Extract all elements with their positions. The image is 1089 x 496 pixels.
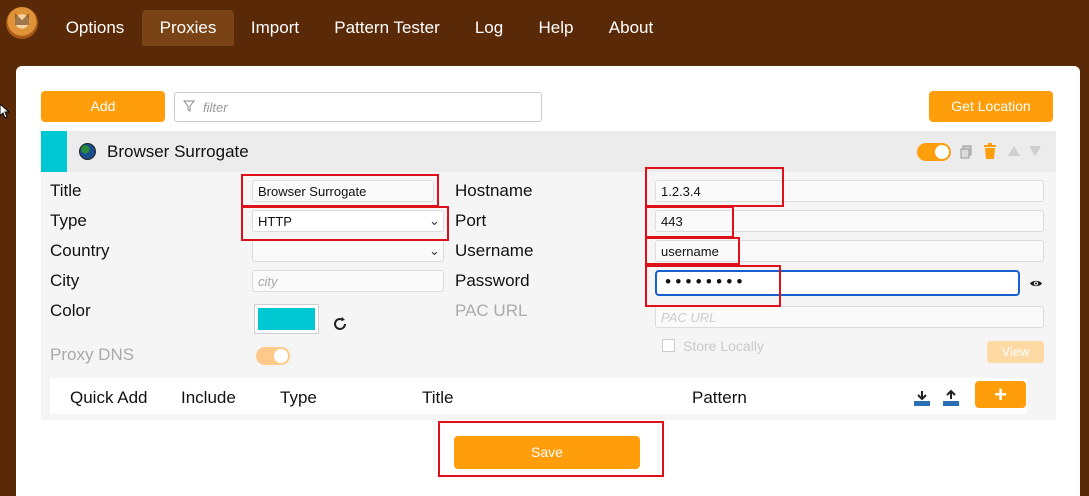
city-input[interactable]: city — [252, 270, 444, 292]
proxy-color-strip — [41, 131, 67, 172]
city-label: City — [50, 271, 80, 290]
color-label: Color — [50, 301, 91, 320]
filter-input[interactable] — [203, 97, 533, 117]
filter-icon — [183, 100, 195, 112]
proxy-dns-toggle[interactable] — [256, 347, 290, 365]
hostname-input[interactable]: 1.2.3.4 — [655, 180, 1044, 202]
tab-pattern-tester[interactable]: Pattern Tester — [322, 10, 452, 46]
proxy-enabled-toggle[interactable] — [917, 143, 951, 161]
type-select[interactable]: HTTP — [252, 210, 444, 232]
mouse-cursor-icon — [0, 104, 10, 119]
export-patterns-icon[interactable] — [941, 389, 961, 407]
col-include: Include — [181, 388, 236, 407]
save-button[interactable]: Save — [454, 436, 640, 469]
tab-help[interactable]: Help — [528, 10, 584, 46]
tab-proxies[interactable]: Proxies — [142, 10, 234, 46]
username-input[interactable]: username — [655, 240, 1044, 262]
duplicate-icon[interactable] — [960, 145, 972, 159]
password-input[interactable]: •••••••• — [655, 270, 1020, 296]
title-label: Title — [50, 181, 82, 200]
move-down-icon[interactable] — [1029, 146, 1041, 156]
view-pac-button[interactable]: View — [987, 341, 1044, 363]
store-locally-label: Store Locally — [683, 338, 764, 354]
chevron-down-icon: ⌄ — [429, 243, 440, 258]
title-input[interactable]: Browser Surrogate — [252, 180, 434, 202]
show-password-eye-icon[interactable] — [1029, 279, 1043, 288]
col-pattern: Pattern — [692, 388, 747, 407]
get-location-button[interactable]: Get Location — [929, 91, 1053, 122]
move-up-icon[interactable] — [1008, 146, 1020, 156]
type-label: Type — [50, 211, 87, 230]
country-label: Country — [50, 241, 110, 260]
refresh-color-icon[interactable] — [331, 315, 349, 333]
store-locally-checkbox[interactable] — [662, 339, 675, 352]
tab-options[interactable]: Options — [55, 10, 135, 46]
port-label: Port — [455, 211, 487, 230]
hostname-label: Hostname — [455, 181, 533, 200]
tab-log[interactable]: Log — [465, 10, 513, 46]
color-swatch[interactable] — [254, 304, 319, 334]
username-label: Username — [455, 241, 534, 260]
pac-url-input[interactable]: PAC URL — [655, 306, 1044, 328]
filter-box — [174, 92, 542, 122]
add-pattern-button[interactable]: + — [975, 381, 1026, 408]
col-type: Type — [280, 388, 317, 407]
pac-url-label: PAC URL — [455, 301, 528, 320]
port-input[interactable]: 443 — [655, 210, 1044, 232]
country-select[interactable] — [252, 240, 444, 262]
tab-about[interactable]: About — [598, 10, 664, 46]
tab-import[interactable]: Import — [240, 10, 310, 46]
delete-icon[interactable] — [983, 143, 997, 160]
globe-icon — [79, 143, 96, 160]
col-quick-add: Quick Add — [70, 388, 148, 407]
import-patterns-icon[interactable] — [912, 389, 932, 407]
password-label: Password — [455, 271, 530, 290]
add-button[interactable]: Add — [41, 91, 165, 122]
proxy-dns-label: Proxy DNS — [50, 345, 135, 364]
chevron-down-icon: ⌄ — [429, 213, 440, 228]
proxy-name: Browser Surrogate — [107, 142, 249, 161]
col-title: Title — [422, 388, 454, 407]
foxyproxy-logo-icon — [6, 7, 38, 39]
